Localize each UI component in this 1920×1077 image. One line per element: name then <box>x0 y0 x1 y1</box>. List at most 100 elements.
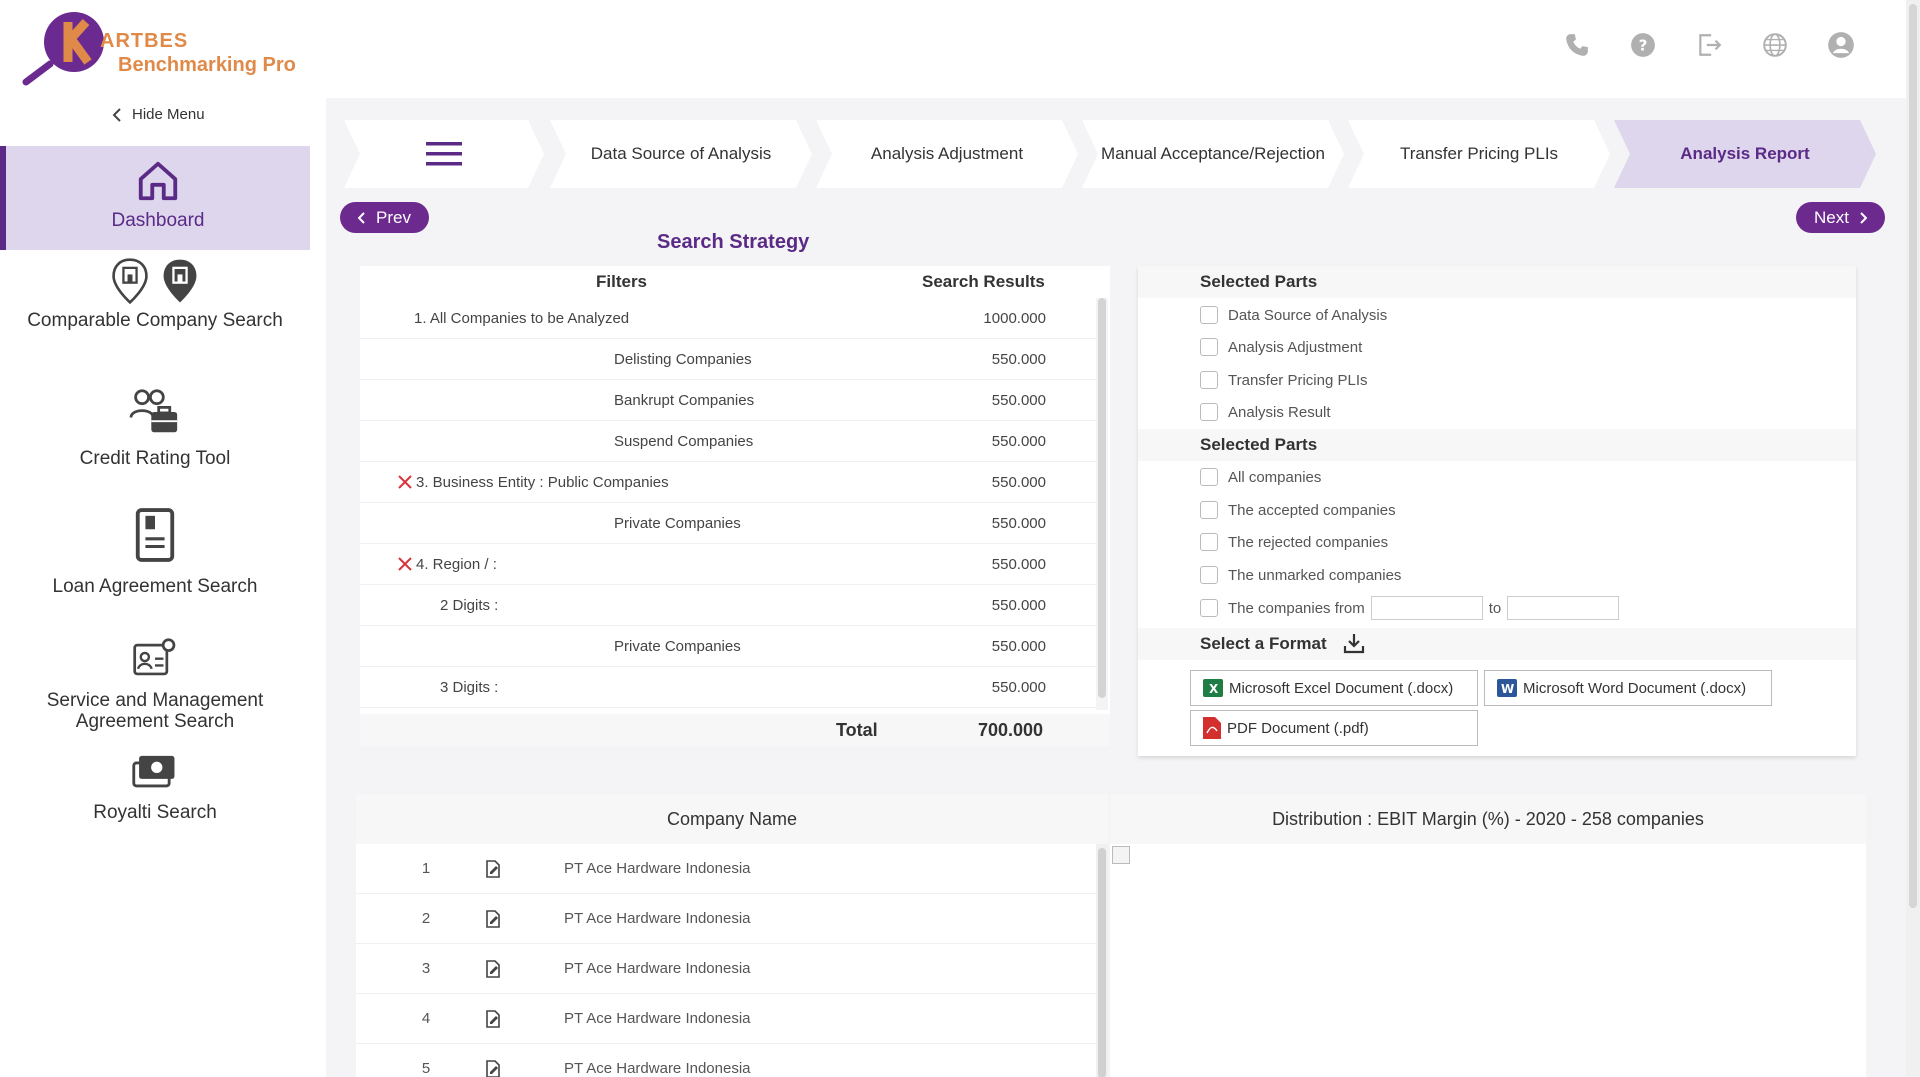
option-analysis-adjustment[interactable]: Analysis Adjustment <box>1200 338 1362 356</box>
company-list-table: Company Name 1 PT Ace Hardware Indonesia… <box>356 794 1108 1077</box>
steps-menu-button[interactable] <box>344 120 544 188</box>
edit-document-icon[interactable] <box>484 1010 502 1028</box>
next-button[interactable]: Next <box>1796 202 1885 233</box>
filter-cell: Suspend Companies <box>614 433 754 450</box>
checkbox[interactable] <box>1200 566 1218 584</box>
option-label: Transfer Pricing PLIs <box>1228 371 1368 389</box>
excel-format-button[interactable]: X Microsoft Excel Document (.docx) <box>1190 670 1478 706</box>
row-number: 4 <box>421 1010 431 1027</box>
filter-cell: Private Companies <box>614 515 741 532</box>
sidebar-item-royalti-search[interactable]: Royalti Search <box>0 750 310 830</box>
checkbox[interactable] <box>1200 371 1218 389</box>
checkbox[interactable] <box>1200 306 1218 324</box>
checkbox[interactable] <box>1200 338 1218 356</box>
logout-icon[interactable] <box>1694 30 1724 60</box>
sidebar-item-service-management-agreement-search[interactable]: Service and Management Agreement Search <box>0 636 310 732</box>
sidebar-item-loan-agreement-search[interactable]: Loan Agreement Search <box>0 508 310 597</box>
option-transfer-pricing-plis[interactable]: Transfer Pricing PLIs <box>1200 371 1368 389</box>
result-cell: 1000.000 <box>983 310 1046 327</box>
checkbox[interactable] <box>1200 533 1218 551</box>
globe-icon[interactable] <box>1760 30 1790 60</box>
filter-cell: 3. Business Entity : Public Companies <box>416 474 669 491</box>
filters-scrollbar[interactable] <box>1096 298 1108 710</box>
broken-image-icon <box>1112 846 1130 864</box>
select-format-label: Select a Format <box>1200 634 1327 653</box>
edit-document-icon[interactable] <box>484 1060 502 1077</box>
sidebar-item-credit-rating-tool[interactable]: Credit Rating Tool <box>0 388 310 469</box>
option-companies-range[interactable]: The companies from to <box>1200 596 1620 620</box>
table-row: 2 Digits : 550.000 <box>360 585 1096 626</box>
home-icon <box>138 161 178 201</box>
app-logo[interactable]: ARTBES Benchmarking Pro <box>22 4 312 86</box>
sidebar: Hide Menu Dashboard Comparable Company S… <box>0 98 326 1077</box>
option-data-source-of-analysis[interactable]: Data Source of Analysis <box>1200 306 1387 324</box>
sidebar-item-comparable-company-search[interactable]: Comparable Company Search <box>0 258 310 338</box>
pdf-format-button[interactable]: PDF Document (.pdf) <box>1190 710 1478 746</box>
filter-cell: Private Companies <box>614 638 741 655</box>
option-label: The companies from <box>1228 599 1365 617</box>
option-label: Analysis Adjustment <box>1228 338 1363 356</box>
table-row[interactable]: 3 PT Ace Hardware Indonesia <box>356 944 1096 994</box>
hamburger-menu-icon <box>426 141 462 167</box>
edit-document-icon[interactable] <box>484 860 502 878</box>
help-icon[interactable]: ? <box>1628 30 1658 60</box>
hide-menu-button[interactable]: Hide Menu <box>112 106 205 123</box>
table-row: Private Companies 550.000 <box>360 626 1096 667</box>
range-from-input[interactable] <box>1370 596 1483 620</box>
next-label: Next <box>1814 207 1849 227</box>
hide-menu-label: Hide Menu <box>132 106 205 123</box>
option-accepted-companies[interactable]: The accepted companies <box>1200 501 1396 519</box>
range-to-input[interactable] <box>1507 596 1620 620</box>
tab-transfer-pricing-plis[interactable]: Transfer Pricing PLIs <box>1348 120 1610 188</box>
option-label: Analysis Result <box>1228 403 1331 421</box>
location-pin-filled-icon <box>163 259 197 303</box>
page-scrollbar[interactable] <box>1906 0 1920 1077</box>
filter-cell: Bankrupt Companies <box>614 392 755 409</box>
remove-filter-icon[interactable] <box>396 555 414 573</box>
tab-analysis-adjustment[interactable]: Analysis Adjustment <box>816 120 1078 188</box>
option-analysis-result[interactable]: Analysis Result <box>1200 403 1331 421</box>
result-cell: 550.000 <box>991 433 1046 450</box>
svg-text:?: ? <box>1639 36 1648 54</box>
sidebar-item-label: Service and Management <box>46 690 264 711</box>
excel-icon: X <box>1203 679 1223 697</box>
sidebar-item-label: Royalti Search <box>93 802 217 823</box>
table-row: Delisting Companies 550.000 <box>360 339 1096 380</box>
selected-parts-title: Selected Parts <box>1138 266 1856 298</box>
sidebar-item-label: Loan Agreement Search <box>52 576 258 597</box>
tab-manual-acceptance-rejection[interactable]: Manual Acceptance/Rejection <box>1082 120 1344 188</box>
table-row[interactable]: 1 PT Ace Hardware Indonesia <box>356 844 1096 894</box>
option-all-companies[interactable]: All companies <box>1200 468 1321 486</box>
sidebar-item-dashboard[interactable]: Dashboard <box>0 146 310 250</box>
table-row: 4. Region / : 550.000 <box>360 544 1096 585</box>
edit-document-icon[interactable] <box>484 910 502 928</box>
tab-analysis-report[interactable]: Analysis Report <box>1614 120 1876 188</box>
option-label: The accepted companies <box>1228 501 1396 519</box>
checkbox[interactable] <box>1200 599 1218 617</box>
settings-card-icon <box>133 638 176 676</box>
table-row: 3. Business Entity : Public Companies 55… <box>360 462 1096 503</box>
edit-document-icon[interactable] <box>484 960 502 978</box>
prev-button[interactable]: Prev <box>340 202 429 233</box>
tab-data-source-of-analysis[interactable]: Data Source of Analysis <box>550 120 812 188</box>
checkbox[interactable] <box>1200 403 1218 421</box>
option-label: The rejected companies <box>1228 533 1389 551</box>
download-icon[interactable] <box>1343 632 1365 654</box>
row-number: 2 <box>421 910 431 927</box>
checkbox[interactable] <box>1200 468 1218 486</box>
user-account-icon[interactable] <box>1826 30 1856 60</box>
selected-parts-title-2: Selected Parts <box>1138 429 1856 461</box>
table-row[interactable]: 2 PT Ace Hardware Indonesia <box>356 894 1096 944</box>
company-list-scrollbar[interactable] <box>1096 844 1108 1077</box>
option-rejected-companies[interactable]: The rejected companies <box>1200 533 1388 551</box>
remove-filter-icon[interactable] <box>396 473 414 491</box>
table-row[interactable]: 4 PT Ace Hardware Indonesia <box>356 994 1096 1044</box>
phone-icon[interactable] <box>1562 30 1592 60</box>
checkbox[interactable] <box>1200 501 1218 519</box>
option-unmarked-companies[interactable]: The unmarked companies <box>1200 566 1401 584</box>
word-format-button[interactable]: W Microsoft Word Document (.docx) <box>1484 670 1772 706</box>
table-row[interactable]: 5 PT Ace Hardware Indonesia <box>356 1044 1096 1077</box>
option-label: The unmarked companies <box>1228 566 1402 584</box>
result-cell: 550.000 <box>991 597 1046 614</box>
result-cell: 550.000 <box>991 679 1046 696</box>
